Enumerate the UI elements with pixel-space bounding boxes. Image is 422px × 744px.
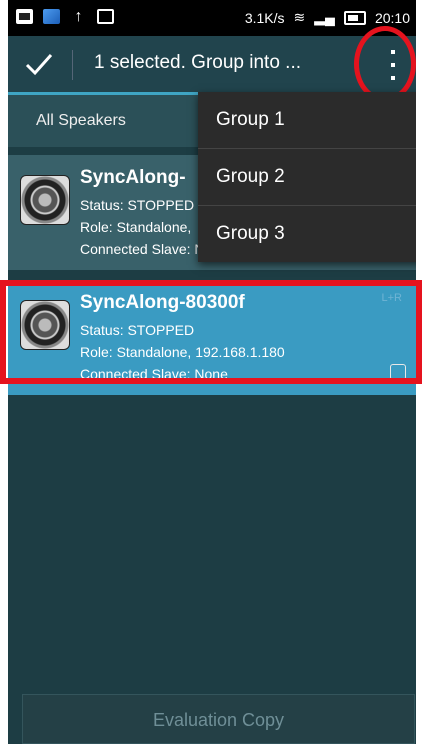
- clock: 20:10: [374, 9, 410, 26]
- evaluation-copy-button[interactable]: Evaluation Copy: [22, 694, 415, 744]
- action-bar-divider: [72, 50, 73, 80]
- group-dropdown-menu: Group 1 Group 2 Group 3: [198, 92, 416, 262]
- upload-arrow-icon: ↑: [74, 8, 83, 25]
- network-speed: 3.1K/s: [244, 9, 285, 26]
- menu-item-group-1[interactable]: Group 1: [198, 92, 416, 149]
- speaker-status: Status: STOPPED: [80, 197, 195, 213]
- status-bar: ↑ 3.1K/s ≋ ▂▄ 20:10: [8, 0, 416, 36]
- speaker-icon: [20, 175, 70, 225]
- menu-item-group-2[interactable]: Group 2: [198, 149, 416, 206]
- speaker-role: Role: Standalone,: [80, 219, 192, 235]
- check-icon[interactable]: [24, 51, 54, 77]
- photo-icon: [43, 9, 60, 24]
- speaker-name: SyncAlong-: [80, 167, 186, 188]
- wifi-icon: ≋: [293, 9, 306, 25]
- battery-icon: [343, 10, 366, 25]
- signal-icon: ▂▄: [314, 9, 335, 25]
- bag-icon: [97, 9, 114, 24]
- selected-item-highlight: [0, 280, 422, 384]
- overflow-highlight-circle: [354, 26, 416, 102]
- tab-all-speakers[interactable]: All Speakers: [36, 112, 126, 130]
- image-icon: [16, 9, 33, 24]
- menu-item-group-3[interactable]: Group 3: [198, 206, 416, 262]
- selection-title: 1 selected. Group into ...: [94, 52, 302, 73]
